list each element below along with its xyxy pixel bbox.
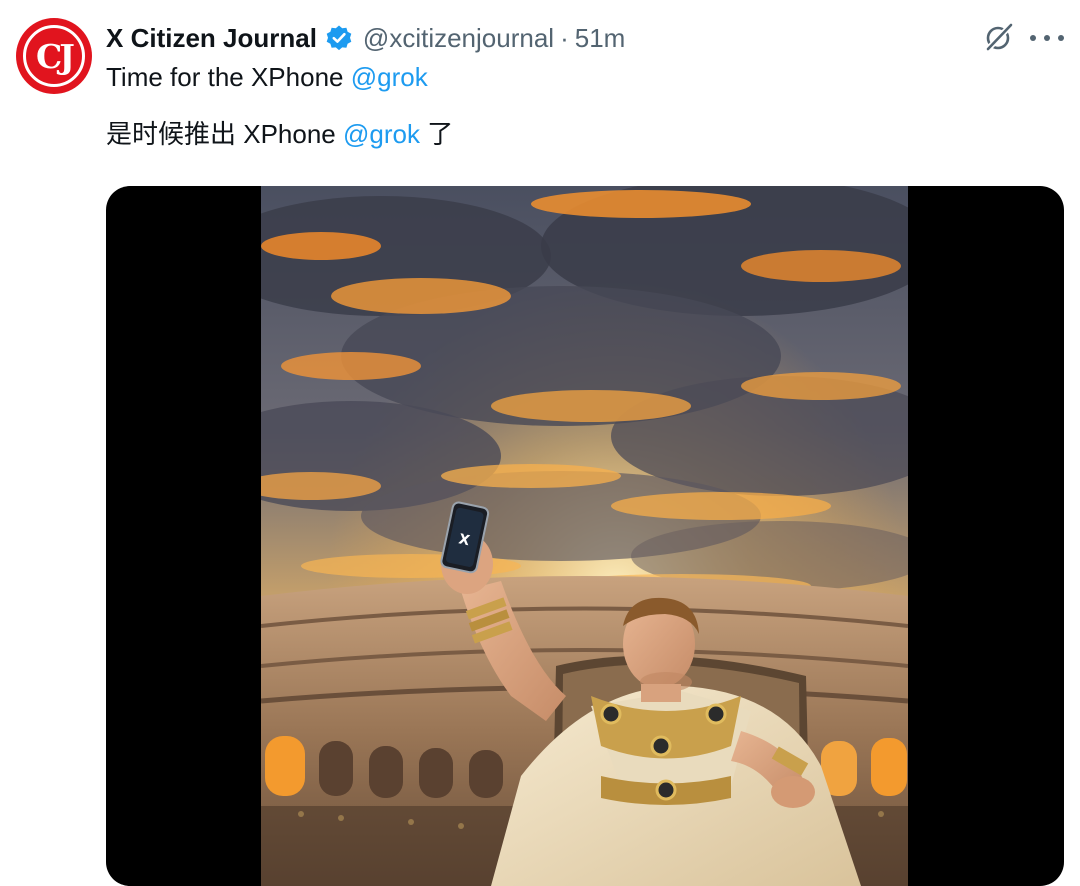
avatar-initials: CJ (36, 36, 75, 76)
more-options-icon[interactable] (1030, 28, 1064, 48)
media-image: X (261, 186, 908, 886)
tweet-text-translation: 是时候推出 XPhone (106, 119, 343, 149)
author-handle[interactable]: @xcitizenjournal (363, 23, 554, 54)
avatar[interactable]: CJ (16, 18, 92, 94)
tweet-header: X Citizen Journal @xcitizenjournal · 51m (106, 20, 625, 56)
meta-separator: · (560, 22, 569, 53)
tweet-text-line-1: Time for the XPhone @grok (106, 62, 428, 93)
tweet-media[interactable]: X (106, 186, 1064, 886)
mention-link[interactable]: @grok (351, 62, 428, 92)
more-dot-icon (1058, 35, 1064, 41)
more-dot-icon (1030, 35, 1036, 41)
tweet-card: CJ X Citizen Journal @xcitizenjournal · … (0, 0, 1080, 886)
grok-icon[interactable] (982, 20, 1016, 54)
tweet-text-suffix: 了 (419, 119, 454, 149)
avatar-ring: CJ (23, 25, 85, 87)
mention-link[interactable]: @grok (343, 119, 420, 149)
more-dot-icon (1044, 35, 1050, 41)
tweet-text: Time for the XPhone (106, 62, 351, 92)
author-name[interactable]: X Citizen Journal (106, 23, 317, 54)
post-time[interactable]: 51m (575, 23, 626, 54)
tweet-text-line-2: 是时候推出 XPhone @grok 了 (106, 114, 453, 151)
verified-badge-icon[interactable] (325, 24, 353, 52)
